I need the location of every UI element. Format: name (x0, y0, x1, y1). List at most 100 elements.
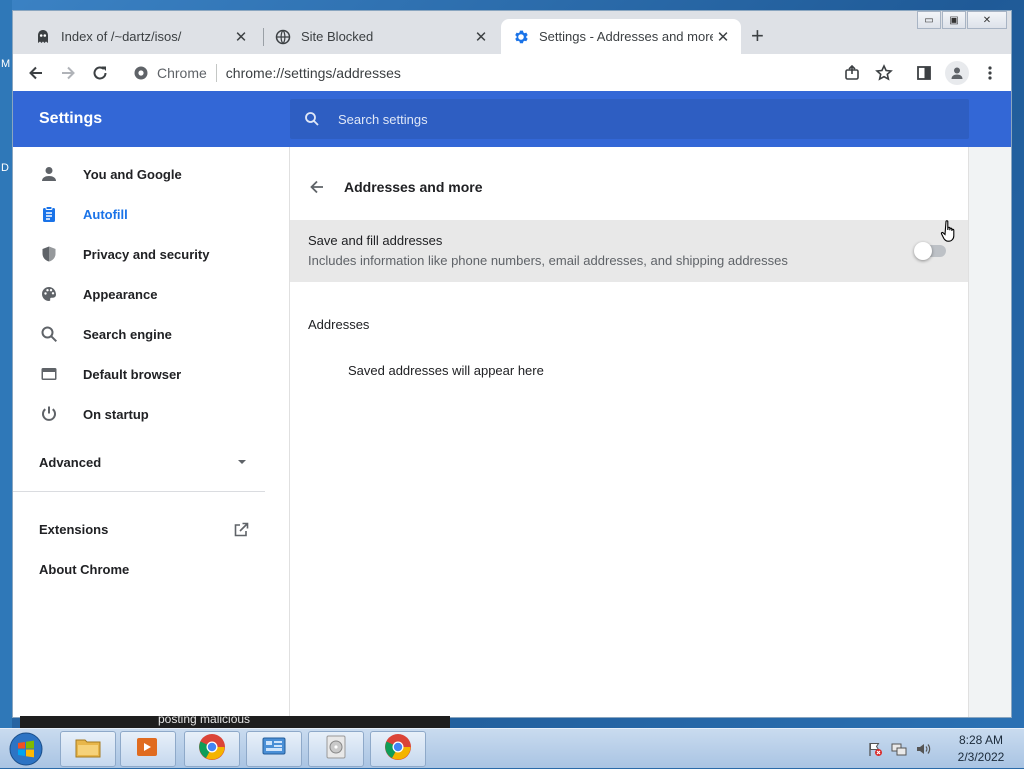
scrollbar-thumb[interactable] (1011, 171, 1012, 191)
sidebar-item-label: Appearance (83, 286, 158, 302)
extensions-label: Extensions (39, 522, 109, 537)
media-player-icon (135, 735, 161, 764)
palette-icon (39, 284, 59, 304)
new-tab-button[interactable]: + (751, 25, 764, 47)
volume-icon[interactable] (914, 740, 932, 758)
back-arrow-icon[interactable] (25, 62, 47, 84)
globe-favicon (275, 29, 291, 45)
sidebar-item-privacy-security[interactable]: Privacy and security (13, 234, 289, 274)
settings-sidebar: You and Google Autofill Privacy and secu… (13, 147, 289, 717)
side-panel-icon[interactable] (913, 62, 935, 84)
settings-gear-favicon (513, 29, 529, 45)
advanced-section-toggle[interactable]: Advanced (39, 455, 247, 470)
taskbar-cd-burner-button[interactable] (308, 731, 364, 767)
toggle-knob (914, 242, 932, 260)
tab-index-of-isos[interactable]: Index of /~dartz/isos/ ✕ (23, 19, 259, 54)
disc-icon (324, 734, 348, 765)
chrome-icon (198, 733, 226, 766)
background-window-strip: posting malicious (20, 716, 450, 728)
save-fill-label: Save and fill addresses (308, 233, 443, 248)
reload-icon[interactable] (89, 62, 111, 84)
clipboard-icon (39, 204, 59, 224)
menu-kebab-icon[interactable] (979, 62, 1001, 84)
shield-icon (39, 244, 59, 264)
browser-toolbar: Chrome chrome://settings/addresses (13, 54, 1011, 92)
omnibox-divider (215, 64, 217, 82)
sidebar-item-default-browser[interactable]: Default browser (13, 354, 289, 394)
profile-avatar-icon[interactable] (945, 61, 969, 85)
page-title: Addresses and more (344, 179, 483, 195)
search-settings-input[interactable] (336, 110, 740, 128)
search-settings-bar[interactable] (290, 99, 969, 139)
tab-title: Settings - Addresses and more (539, 29, 713, 44)
sidebar-item-label: Autofill (83, 206, 128, 222)
system-tray: 8:28 AM 2/3/2022 (866, 729, 1024, 769)
sidebar-item-label: Privacy and security (83, 246, 210, 262)
sidebar-divider (13, 491, 265, 492)
scrollbar-track[interactable] (1009, 147, 1011, 717)
taskbar-media-player-button[interactable] (120, 731, 176, 767)
sidebar-item-on-startup[interactable]: On startup (13, 394, 289, 434)
folder-icon (74, 735, 102, 764)
desktop-icon-label: D (1, 162, 9, 174)
taskbar-chrome-button[interactable] (184, 731, 240, 767)
person-icon (39, 164, 59, 184)
search-icon (39, 324, 59, 344)
addresses-section-heading: Addresses (308, 317, 370, 332)
save-fill-sublabel: Includes information like phone numbers,… (308, 253, 788, 268)
site-chip: Chrome (157, 65, 207, 81)
desktop-edge: M D (0, 0, 12, 728)
power-icon (39, 404, 59, 424)
tab-strip: Index of /~dartz/isos/ ✕ Site Blocked ✕ … (13, 11, 1011, 54)
ghost-favicon (35, 29, 51, 45)
advanced-label: Advanced (39, 455, 102, 470)
share-icon[interactable] (841, 62, 863, 84)
url-text[interactable]: chrome://settings/addresses (226, 65, 401, 81)
about-chrome-link[interactable]: About Chrome (39, 562, 129, 577)
extensions-link[interactable]: Extensions (39, 522, 249, 541)
sidebar-item-appearance[interactable]: Appearance (13, 274, 289, 314)
back-arrow-icon[interactable] (308, 178, 326, 196)
taskbar: 8:28 AM 2/3/2022 (0, 728, 1024, 768)
open-in-new-icon (233, 522, 249, 541)
browser-window: Index of /~dartz/isos/ ✕ Site Blocked ✕ … (12, 10, 1012, 718)
network-icon[interactable] (890, 740, 908, 758)
clock-time: 8:28 AM (958, 733, 1004, 747)
sidebar-item-you-and-google[interactable]: You and Google (13, 154, 289, 194)
close-tab-icon[interactable]: ✕ (231, 28, 251, 46)
subpage-header: Addresses and more (290, 161, 968, 213)
action-center-flag-icon[interactable] (866, 740, 884, 758)
clock-date: 2/3/2022 (957, 750, 1005, 764)
start-button[interactable] (4, 731, 48, 767)
chrome-site-icon (133, 65, 149, 84)
minimize-button[interactable]: ▭ (917, 11, 941, 29)
sidebar-item-label: Default browser (83, 366, 182, 382)
maximize-button[interactable]: ▣ (942, 11, 966, 29)
address-bar[interactable]: Chrome chrome://settings/addresses (125, 58, 875, 88)
close-tab-icon[interactable]: ✕ (713, 28, 733, 46)
close-window-button[interactable]: ✕ (967, 11, 1007, 29)
settings-title: Settings (39, 110, 103, 127)
settings-header: Settings (13, 91, 1011, 147)
system-clock[interactable]: 8:28 AM 2/3/2022 (938, 732, 1024, 766)
bookmark-star-icon[interactable] (873, 62, 895, 84)
sidebar-item-search-engine[interactable]: Search engine (13, 314, 289, 354)
close-tab-icon[interactable]: ✕ (471, 28, 491, 46)
hand-cursor-icon (940, 219, 960, 248)
tab-title: Site Blocked (301, 29, 374, 44)
browser-icon (39, 364, 59, 384)
tab-settings-addresses[interactable]: Settings - Addresses and more ✕ (501, 19, 741, 54)
page-gutter (969, 147, 1011, 717)
tab-title: Index of /~dartz/isos/ (61, 29, 182, 44)
taskbar-control-panel-button[interactable] (246, 731, 302, 767)
chrome-icon (384, 733, 412, 766)
sidebar-item-autofill[interactable]: Autofill (13, 194, 289, 234)
forward-arrow-icon[interactable] (57, 62, 79, 84)
sidebar-item-label: You and Google (83, 166, 182, 182)
caret-down-icon (237, 455, 247, 470)
taskbar-explorer-button[interactable] (60, 731, 116, 767)
background-window-text: posting malicious (158, 716, 251, 726)
tab-site-blocked[interactable]: Site Blocked ✕ (263, 19, 499, 54)
taskbar-chrome-button-2[interactable] (370, 731, 426, 767)
save-fill-addresses-row[interactable]: Save and fill addresses Includes informa… (290, 220, 968, 282)
